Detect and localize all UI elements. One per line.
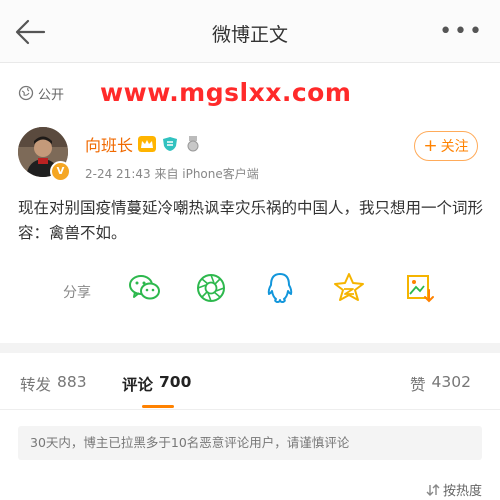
tab-like-count: 4302 [431,373,471,391]
medal-badge-icon [187,136,199,152]
follow-button[interactable]: + 关注 [414,131,478,161]
interaction-tabs: 转发 883 评论 700 赞 4302 [0,353,500,410]
post-text: 现在对别国疫情蔓延冷嘲热讽幸灾乐祸的中国人，我只想用一个词形容：禽兽不如。 [18,199,484,242]
follow-label: 关注 [440,139,469,155]
tab-repost-label: 转发 [20,376,52,394]
author-name[interactable]: 向班长 [85,132,133,156]
top-nav-bar: 微博正文 ••• [0,0,500,63]
page-title: 微博正文 [211,24,288,46]
tab-repost-count: 883 [57,373,87,391]
author-name-row: 向班长 [85,132,202,156]
tab-like[interactable]: 赞 4302 [410,373,471,395]
verified-badge-icon: V [50,161,71,182]
sort-by-heat-button[interactable]: 按热度 [426,480,482,499]
watermark-text: www.mgslxx.com [100,78,352,107]
wechat-icon[interactable] [127,270,163,306]
shield-badge-icon [163,137,178,151]
visibility-indicator: 公开 [18,82,64,104]
tab-like-label: 赞 [410,376,426,394]
moments-icon[interactable] [193,270,229,306]
sort-label: 按热度 [442,484,482,499]
tab-comment[interactable]: 评论 700 [122,373,191,395]
section-divider [0,343,500,353]
tab-comment-count: 700 [159,373,192,391]
share-label: 分享 [63,285,91,301]
public-globe-icon [18,85,34,101]
sort-icon [426,483,440,496]
more-options-icon[interactable]: ••• [439,19,484,44]
share-bar: 分享 [0,270,500,310]
plus-icon: + [423,136,438,156]
visibility-label: 公开 [38,87,65,103]
tab-repost[interactable]: 转发 883 [20,373,87,395]
member-crown-icon [138,136,157,152]
post-meta: 2-24 21:43 来自 iPhone客户端 [85,167,259,181]
image-share-icon[interactable] [402,270,438,306]
tab-comment-label: 评论 [122,376,154,394]
comment-notice: 30天内，博主已拉黑多于10名恶意评论用户，请谨慎评论 [18,426,482,460]
active-tab-indicator [142,405,174,408]
qq-icon[interactable] [262,270,298,306]
qzone-icon[interactable] [331,270,367,306]
